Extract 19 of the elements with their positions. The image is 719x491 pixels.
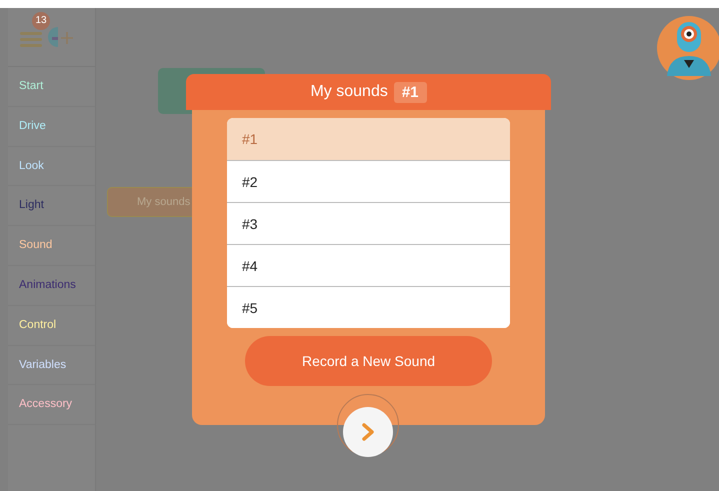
value-badge: #1 xyxy=(394,82,427,102)
dialog-title: My sounds xyxy=(310,83,388,101)
menu-icon xyxy=(20,30,44,48)
category-item[interactable]: Variables xyxy=(8,346,95,386)
category-item[interactable]: Animations xyxy=(8,266,95,306)
category-item[interactable]: Start xyxy=(8,67,95,107)
robot-avatar-icon[interactable] xyxy=(657,16,719,80)
add-robot-icon[interactable] xyxy=(48,24,74,50)
chevron-right-icon xyxy=(361,422,375,442)
category-item[interactable]: Control xyxy=(8,306,95,346)
category-item[interactable]: Look xyxy=(8,146,95,186)
record-button[interactable]: Record a New Sound xyxy=(245,336,492,386)
sound-option[interactable]: #5 xyxy=(227,286,510,328)
category-item[interactable]: Drive xyxy=(8,106,95,147)
sound-option[interactable]: #1 xyxy=(227,118,510,160)
category-item[interactable]: Accessory xyxy=(8,385,95,426)
category-item[interactable]: Light xyxy=(8,186,95,226)
category-item[interactable]: Sound xyxy=(8,226,95,266)
notification-badge: 13 xyxy=(32,12,50,30)
